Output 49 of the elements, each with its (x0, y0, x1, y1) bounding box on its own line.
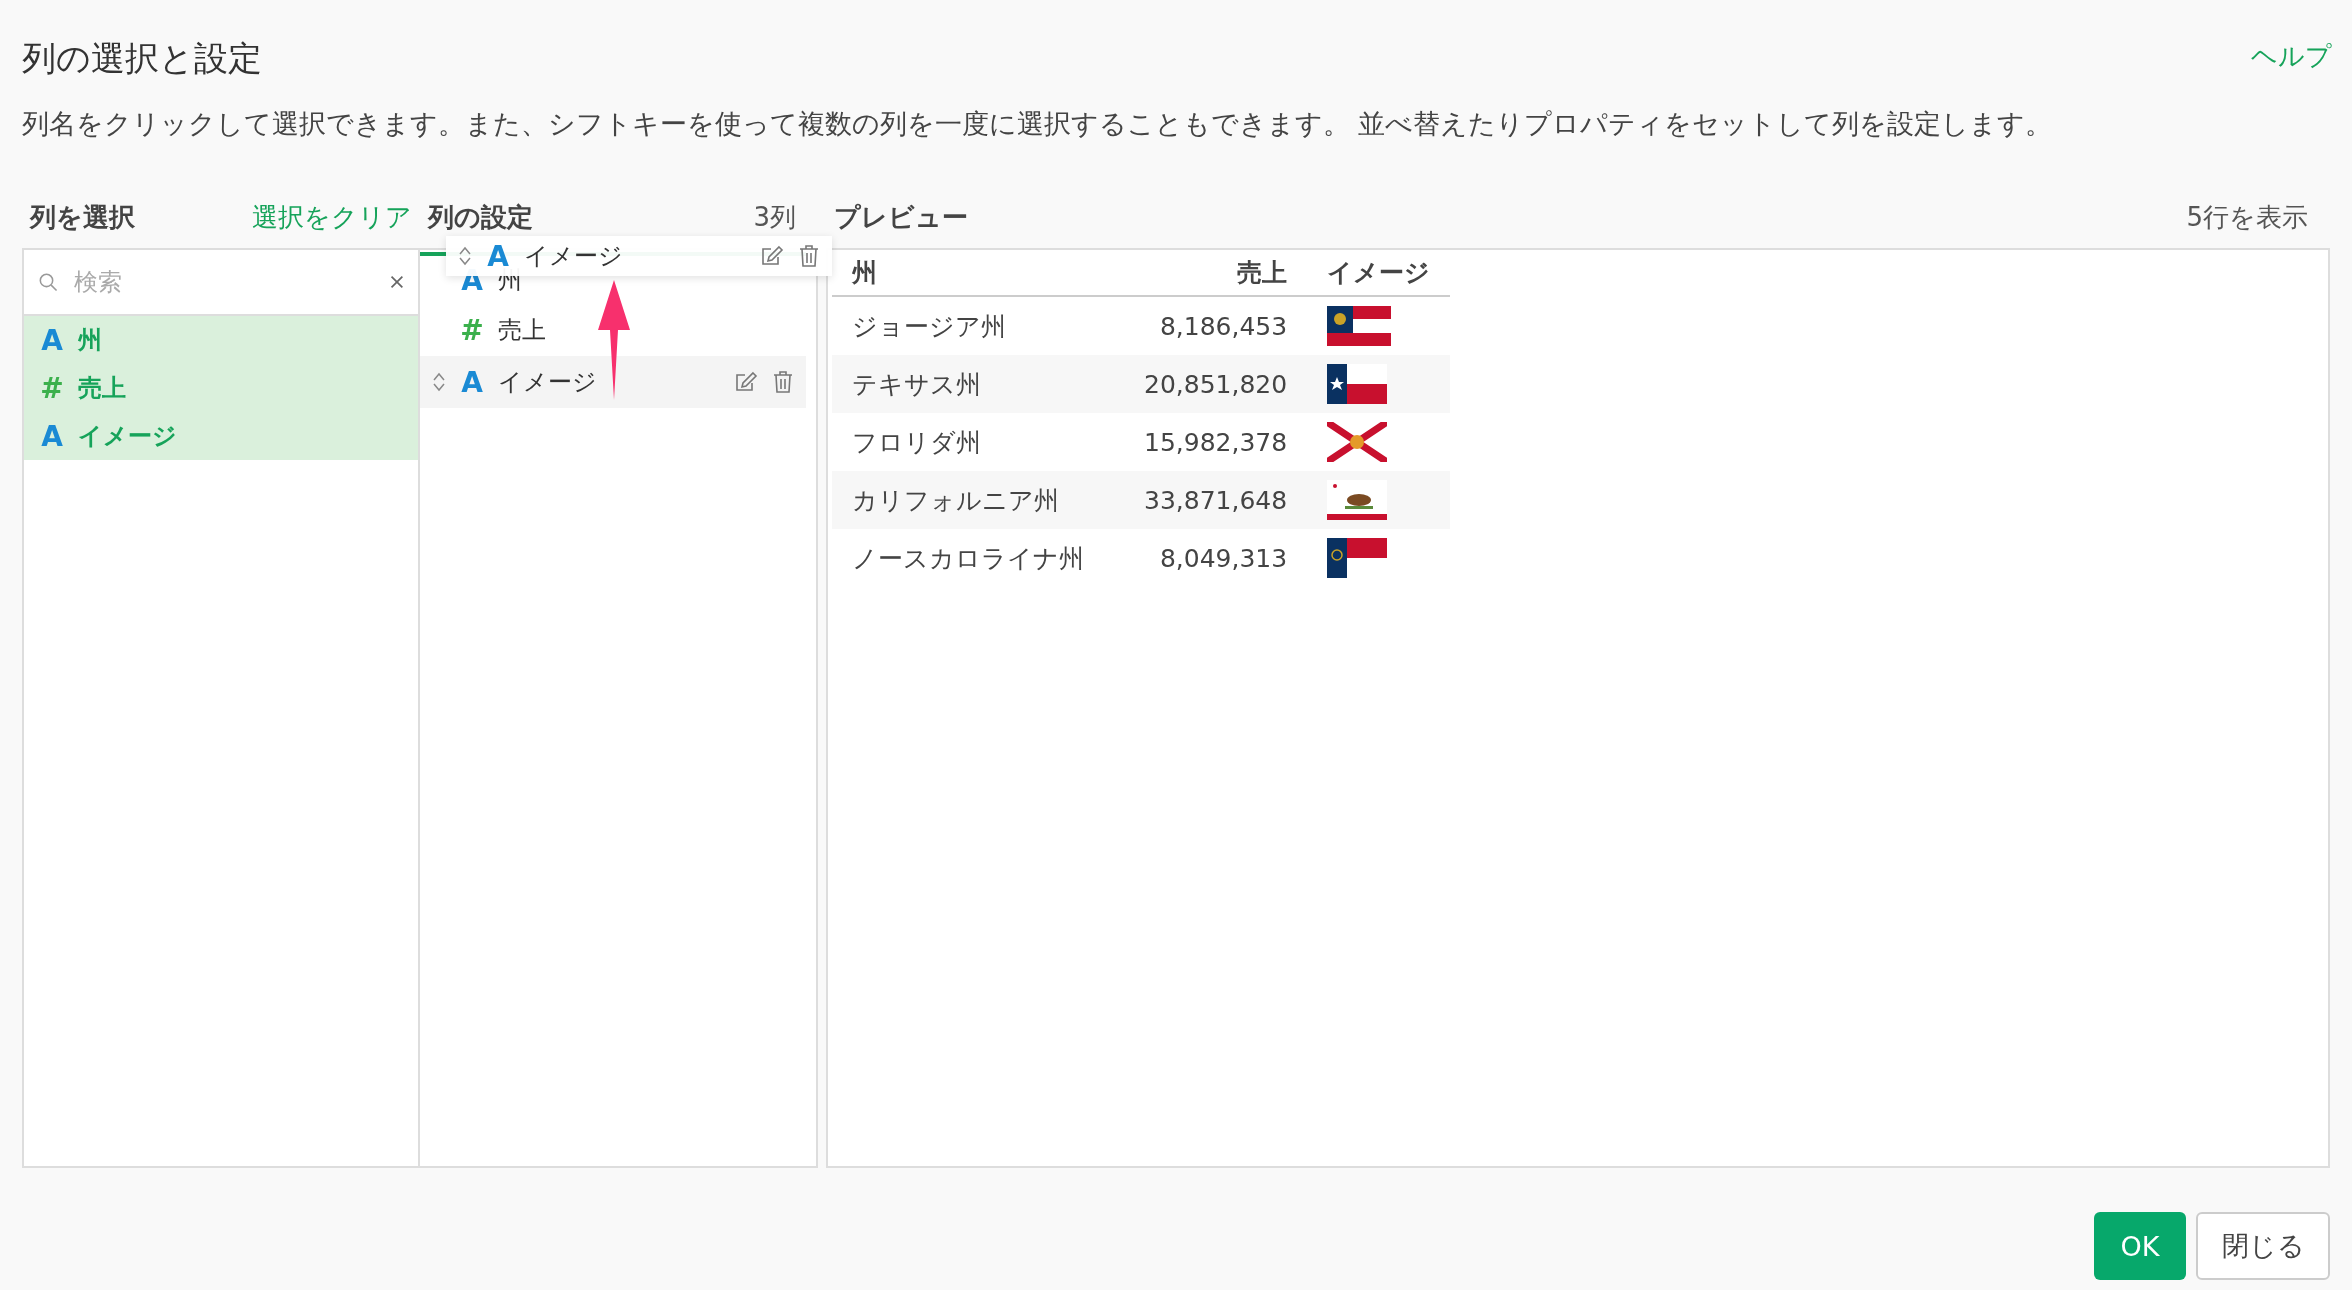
type-icon: A (40, 419, 64, 453)
help-link[interactable]: ヘルプ (2251, 38, 2332, 74)
type-icon: # (460, 313, 484, 347)
delete-icon[interactable] (772, 370, 794, 394)
table-cell: 15,982,378 (1124, 413, 1308, 471)
description: 列名をクリックして選択できます。また、シフトキーを使って複数の列を一度に選択することもできます。 並べ替えたりプロパティをセットして列を設定します。 (22, 107, 2054, 141)
ok-button[interactable]: OK (2094, 1212, 2186, 1280)
column-item[interactable]: # 売上 (24, 364, 418, 412)
column-header: イメージ (1307, 250, 1451, 296)
clear-selection-link[interactable]: 選択をクリア (252, 199, 412, 235)
table-cell: 20,851,820 (1124, 355, 1308, 413)
table-cell: ノースカロライナ州 (832, 529, 1124, 587)
table-cell: カリフォルニア州 (832, 471, 1124, 529)
flag-icon (1327, 364, 1388, 404)
type-icon: A (460, 365, 484, 399)
flag-icon (1327, 480, 1388, 520)
flag-icon (1327, 538, 1388, 578)
table-cell: テキサス州 (832, 355, 1124, 413)
column-label: 売上 (498, 316, 546, 344)
panel-heading: 列を選択 (30, 200, 135, 234)
panel-heading: プレビュー (834, 200, 968, 234)
delete-icon[interactable] (798, 244, 820, 268)
dialog-title: 列の選択と設定 (22, 37, 262, 80)
close-button[interactable]: 閉じる (2196, 1212, 2330, 1280)
rows-shown: 5行を表示 (2186, 200, 2308, 234)
search-field[interactable]: 検索 (72, 267, 377, 297)
setting-row[interactable]: A イメージ (420, 356, 806, 408)
close-icon[interactable] (390, 273, 404, 291)
edit-icon[interactable] (760, 244, 784, 268)
column-count: 3列 (753, 200, 796, 234)
column-item[interactable]: A イメージ (24, 412, 418, 460)
panel-heading: 列の設定 (428, 200, 533, 234)
drag-tooltip[interactable]: A イメージ (446, 236, 832, 276)
table-cell: 8,186,453 (1124, 296, 1308, 355)
table-cell: 33,871,648 (1124, 471, 1308, 529)
table-cell: ジョージア州 (832, 296, 1124, 355)
column-header: 州 (832, 250, 1124, 296)
sort-icon[interactable] (432, 371, 446, 393)
flag-icon (1327, 422, 1388, 462)
table-cell: フロリダ州 (832, 413, 1124, 471)
type-icon: A (40, 323, 64, 357)
flag-icon (1327, 306, 1392, 346)
type-icon: # (40, 371, 64, 405)
column-label: イメージ (498, 368, 597, 396)
column-item[interactable]: A 州 (24, 316, 418, 364)
sort-icon[interactable] (458, 245, 472, 267)
column-header: 売上 (1124, 250, 1308, 296)
edit-icon[interactable] (734, 370, 758, 394)
table-cell: 8,049,313 (1124, 529, 1308, 587)
